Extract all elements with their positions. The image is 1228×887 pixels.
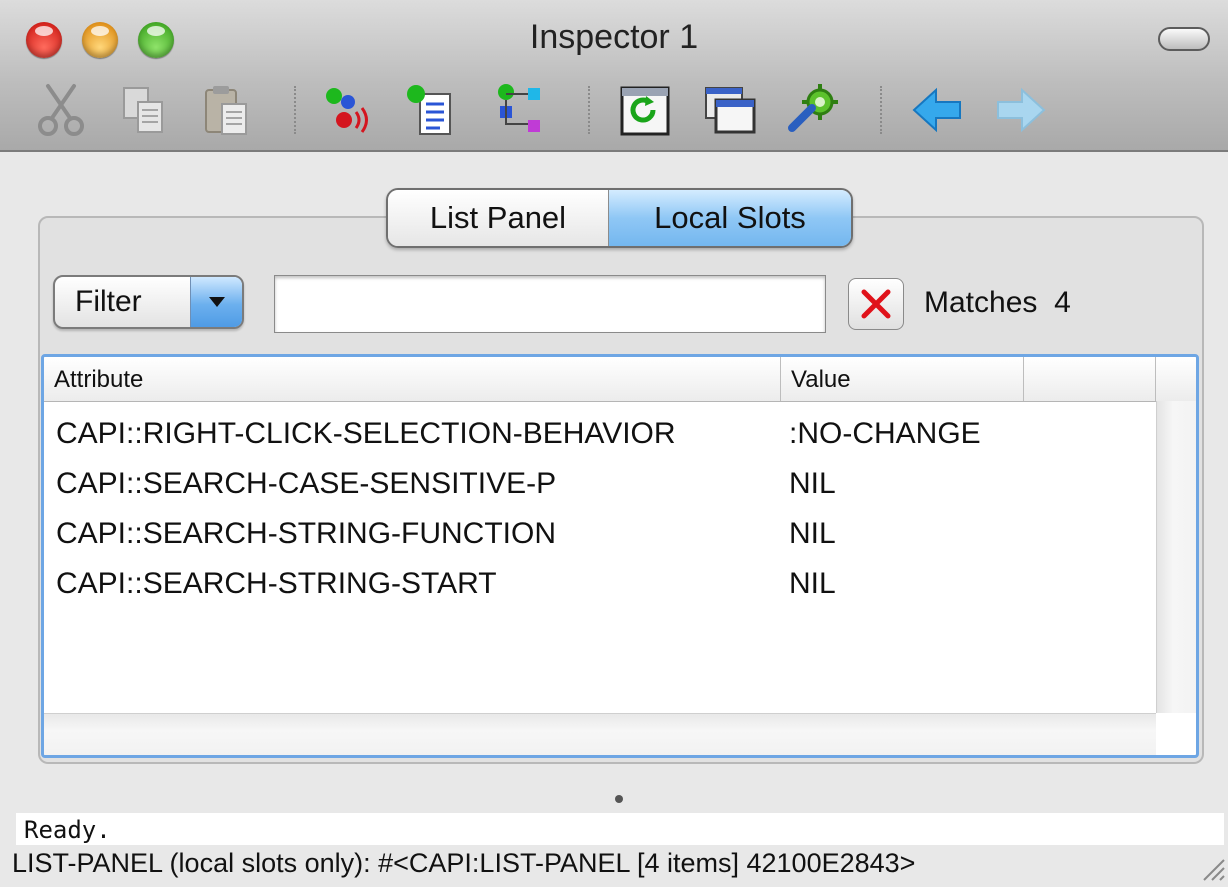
- table-header: Attribute Value: [44, 357, 1196, 402]
- back-button[interactable]: [910, 80, 964, 140]
- copy-button[interactable]: [116, 80, 170, 140]
- table-body: CAPI::RIGHT-CLICK-SELECTION-BEHAVIOR :NO…: [44, 409, 1152, 609]
- tab-bar: List Panel Local Slots: [386, 188, 853, 248]
- column-header-corner: [1156, 357, 1196, 401]
- slots-table[interactable]: Attribute Value CAPI::RIGHT-CLICK-SELECT…: [41, 354, 1199, 758]
- vertical-scrollbar[interactable]: [1156, 401, 1196, 713]
- table-row[interactable]: CAPI::RIGHT-CLICK-SELECTION-BEHAVIOR :NO…: [44, 409, 1152, 459]
- tab-list-panel[interactable]: List Panel: [388, 190, 609, 246]
- paste-icon: [205, 86, 247, 135]
- splitter-handle[interactable]: [613, 792, 625, 804]
- chevron-down-icon: [190, 277, 242, 327]
- column-header-attribute[interactable]: Attribute: [44, 357, 781, 401]
- toolbar-separator: [294, 86, 296, 134]
- value-cell: NIL: [789, 517, 836, 550]
- cut-icon: [38, 84, 84, 136]
- toolbar-separator: [880, 86, 882, 134]
- new-window-icon: [705, 87, 756, 134]
- toolbar-separator: [588, 86, 590, 134]
- refresh-button[interactable]: [618, 80, 672, 140]
- class-graph-icon: [498, 84, 540, 132]
- table-row[interactable]: CAPI::SEARCH-CASE-SENSITIVE-P NIL: [44, 459, 1152, 509]
- forward-button[interactable]: [994, 80, 1048, 140]
- inspector-window: Inspector 1 List Panel Local Slots Filte…: [0, 0, 1228, 885]
- window-title: Inspector 1: [529, 18, 699, 56]
- title-toolbar-bar: Inspector 1: [0, 0, 1228, 152]
- filter-search-input[interactable]: [274, 275, 826, 333]
- attribute-cell: CAPI::SEARCH-CASE-SENSITIVE-P: [56, 467, 557, 500]
- tab-local-slots[interactable]: Local Slots: [609, 190, 851, 246]
- object-description: LIST-PANEL (local slots only): #<CAPI:LI…: [12, 848, 916, 878]
- resize-grip-icon[interactable]: [1196, 852, 1226, 882]
- column-header-empty: [1024, 357, 1156, 401]
- attribute-cell: CAPI::RIGHT-CLICK-SELECTION-BEHAVIOR: [56, 417, 676, 450]
- new-window-button[interactable]: [702, 80, 756, 140]
- object-references-icon: [326, 88, 368, 133]
- paste-button[interactable]: [200, 80, 254, 140]
- cut-button[interactable]: [34, 80, 88, 140]
- value-cell: NIL: [789, 567, 836, 600]
- value-cell: :NO-CHANGE: [789, 417, 981, 450]
- horizontal-scrollbar[interactable]: [44, 713, 1156, 755]
- copy-icon: [123, 87, 163, 133]
- browse-object-icon: [407, 85, 451, 135]
- matches-count: Matches 4: [924, 286, 1071, 320]
- clear-filter-button[interactable]: [848, 278, 904, 330]
- table-row[interactable]: CAPI::SEARCH-STRING-FUNCTION NIL: [44, 509, 1152, 559]
- table-row[interactable]: CAPI::SEARCH-STRING-START NIL: [44, 559, 1152, 609]
- filter-dropdown-label: Filter: [75, 285, 142, 318]
- column-header-value[interactable]: Value: [781, 357, 1024, 401]
- attribute-cell: CAPI::SEARCH-STRING-FUNCTION: [56, 517, 557, 550]
- filter-dropdown[interactable]: Filter: [53, 275, 244, 329]
- toolbar-toggle-button[interactable]: [1158, 27, 1210, 51]
- object-references-button[interactable]: [320, 80, 374, 140]
- preferences-icon: [788, 84, 838, 132]
- refresh-icon: [620, 86, 670, 136]
- preferences-button[interactable]: [786, 80, 840, 140]
- matches-label: Matches: [924, 286, 1038, 319]
- value-cell: NIL: [789, 467, 836, 500]
- status-message: Ready.: [16, 813, 1224, 845]
- class-graph-button[interactable]: [492, 80, 546, 140]
- forward-arrow-icon: [997, 87, 1046, 133]
- close-icon: [861, 289, 891, 319]
- attribute-cell: CAPI::SEARCH-STRING-START: [56, 567, 497, 600]
- back-arrow-icon: [912, 87, 961, 133]
- browse-object-button[interactable]: [404, 80, 458, 140]
- matches-number: 4: [1054, 286, 1071, 319]
